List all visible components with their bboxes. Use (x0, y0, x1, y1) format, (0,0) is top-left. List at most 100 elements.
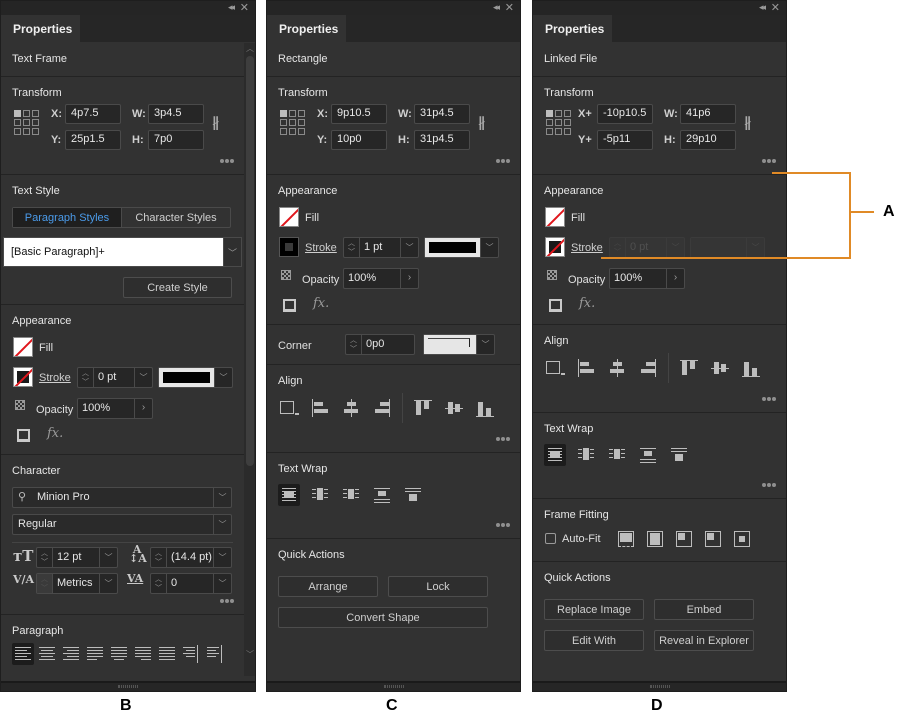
reference-point-icon[interactable] (14, 110, 41, 137)
tab-properties[interactable]: Properties (267, 15, 346, 42)
collapse-panel-icon[interactable]: ◂◂ (759, 2, 766, 13)
tracking-stepper[interactable]: ︿ ﹀ 0 ﹀ (150, 573, 232, 594)
drop-shadow-icon[interactable] (283, 299, 296, 312)
justify-left-icon[interactable] (84, 643, 106, 665)
more-options-icon[interactable] (495, 433, 510, 444)
chevron-right-icon[interactable]: › (666, 269, 684, 288)
y-field[interactable]: 10p0 (331, 130, 387, 150)
align-vertical-centers-icon[interactable] (443, 397, 465, 419)
chevron-right-icon[interactable]: › (134, 399, 152, 418)
w-field[interactable]: 3p4.5 (148, 104, 204, 124)
wrap-around-object-shape-icon[interactable] (606, 444, 628, 466)
fx-icon[interactable]: fx. (47, 426, 63, 441)
chevron-right-icon[interactable]: › (400, 269, 418, 288)
tab-properties[interactable]: Properties (533, 15, 612, 42)
constrain-proportions-icon[interactable]: ∦ (212, 114, 224, 130)
fit-content-proportionally-icon[interactable] (647, 531, 663, 547)
stroke-swatch[interactable] (13, 367, 33, 387)
font-family-select[interactable]: ⚲ Minion Pro ﹀ (12, 487, 232, 508)
y-field[interactable]: 25p1.5 (65, 130, 121, 150)
scroll-up-icon[interactable]: ︿ (246, 43, 254, 54)
constrain-proportions-icon[interactable]: ∦ (478, 114, 490, 130)
align-right-icon[interactable] (60, 643, 82, 665)
reveal-in-explorer-button[interactable]: Reveal in Explorer (654, 630, 754, 651)
replace-image-button[interactable]: Replace Image (544, 599, 644, 620)
opacity-field[interactable]: 100% › (77, 398, 153, 419)
jump-to-next-column-icon[interactable] (402, 484, 424, 506)
fit-frame-to-content-icon[interactable] (676, 531, 692, 547)
drop-shadow-icon[interactable] (549, 299, 562, 312)
more-options-icon[interactable] (761, 479, 776, 490)
align-to-selection-icon[interactable] (278, 397, 300, 419)
close-icon[interactable]: ✕ (771, 1, 780, 14)
close-icon[interactable]: ✕ (240, 1, 249, 14)
w-field[interactable]: 31p4.5 (414, 104, 470, 124)
scrollbar-thumb[interactable] (246, 56, 254, 466)
fx-icon[interactable]: fx. (313, 296, 329, 311)
scroll-down-icon[interactable]: ﹀ (246, 649, 254, 660)
fill-swatch[interactable] (13, 337, 33, 357)
fx-icon[interactable]: fx. (579, 296, 595, 311)
chevron-down-icon[interactable]: ﹀ (223, 238, 241, 266)
more-options-icon[interactable] (761, 155, 776, 166)
justify-right-icon[interactable] (132, 643, 154, 665)
kerning-stepper[interactable]: ︿ ﹀ Metrics ﹀ (36, 573, 118, 594)
fill-frame-proportionally-icon[interactable] (618, 531, 634, 547)
align-bottom-edges-icon[interactable] (474, 397, 496, 419)
chevron-down-icon[interactable]: ﹀ (134, 368, 152, 387)
x-field[interactable]: 4p7.5 (65, 104, 121, 124)
stroke-color-select[interactable]: ﹀ (158, 367, 233, 388)
leading-stepper[interactable]: ︿ ﹀ (14.4 pt) ﹀ (150, 547, 232, 568)
align-horizontal-centers-icon[interactable] (340, 397, 362, 419)
drop-shadow-icon[interactable] (17, 429, 30, 442)
fill-swatch[interactable] (279, 207, 299, 227)
corner-shape-select[interactable]: ﹀ (423, 334, 495, 355)
opacity-value[interactable]: 100% (78, 399, 134, 418)
constrain-proportions-icon[interactable]: ∦ (744, 114, 756, 130)
chevron-down-icon[interactable]: ﹀ (213, 488, 231, 507)
align-bottom-edges-icon[interactable] (740, 357, 762, 379)
collapse-panel-icon[interactable]: ◂◂ (493, 2, 500, 13)
tab-properties[interactable]: Properties (1, 15, 80, 42)
embed-button[interactable]: Embed (654, 599, 754, 620)
w-field[interactable]: 41p6 (680, 104, 736, 124)
resize-grip[interactable] (1, 681, 255, 691)
x-field[interactable]: 9p10.5 (331, 104, 387, 124)
jump-object-icon[interactable] (371, 484, 393, 506)
stroke-weight-stepper[interactable]: ︿ ﹀ 0 pt ﹀ (77, 367, 153, 388)
stroke-color-select[interactable]: ﹀ (424, 237, 499, 258)
align-towards-spine-icon[interactable] (180, 643, 202, 665)
reference-point-icon[interactable] (546, 110, 573, 137)
align-left-edges-icon[interactable] (309, 397, 331, 419)
opacity-value[interactable]: 100% (344, 269, 400, 288)
chevron-down-icon[interactable]: ﹀ (213, 515, 231, 534)
resize-grip[interactable] (267, 681, 520, 691)
chevron-down-icon[interactable]: ﹀ (214, 368, 232, 387)
stroke-weight-stepper[interactable]: ︿ ﹀ 1 pt ﹀ (343, 237, 419, 258)
convert-shape-button[interactable]: Convert Shape (278, 607, 488, 628)
fit-content-to-frame-icon[interactable] (705, 531, 721, 547)
align-horizontal-centers-icon[interactable] (606, 357, 628, 379)
justify-all-icon[interactable] (156, 643, 178, 665)
more-options-icon[interactable] (761, 393, 776, 404)
stepper-arrows-icon[interactable]: ︿ ﹀ (78, 368, 94, 387)
align-right-edges-icon[interactable] (371, 397, 393, 419)
h-field[interactable]: 29p10 (680, 130, 736, 150)
h-field[interactable]: 7p0 (148, 130, 204, 150)
justify-center-icon[interactable] (108, 643, 130, 665)
tab-character-styles[interactable]: Character Styles (121, 208, 230, 227)
opacity-field[interactable]: 100% › (609, 268, 685, 289)
stroke-swatch[interactable] (545, 237, 565, 257)
no-text-wrap-icon[interactable] (278, 484, 300, 506)
lock-button[interactable]: Lock (388, 576, 488, 597)
y-field[interactable]: -5p11 (597, 130, 653, 150)
align-top-edges-icon[interactable] (412, 397, 434, 419)
stroke-link[interactable]: Stroke (571, 242, 603, 254)
wrap-around-bounding-box-icon[interactable] (309, 484, 331, 506)
jump-object-icon[interactable] (637, 444, 659, 466)
opacity-field[interactable]: 100% › (343, 268, 419, 289)
create-style-button[interactable]: Create Style (123, 277, 232, 298)
reference-point-icon[interactable] (280, 110, 307, 137)
align-vertical-centers-icon[interactable] (709, 357, 731, 379)
align-center-icon[interactable] (36, 643, 58, 665)
